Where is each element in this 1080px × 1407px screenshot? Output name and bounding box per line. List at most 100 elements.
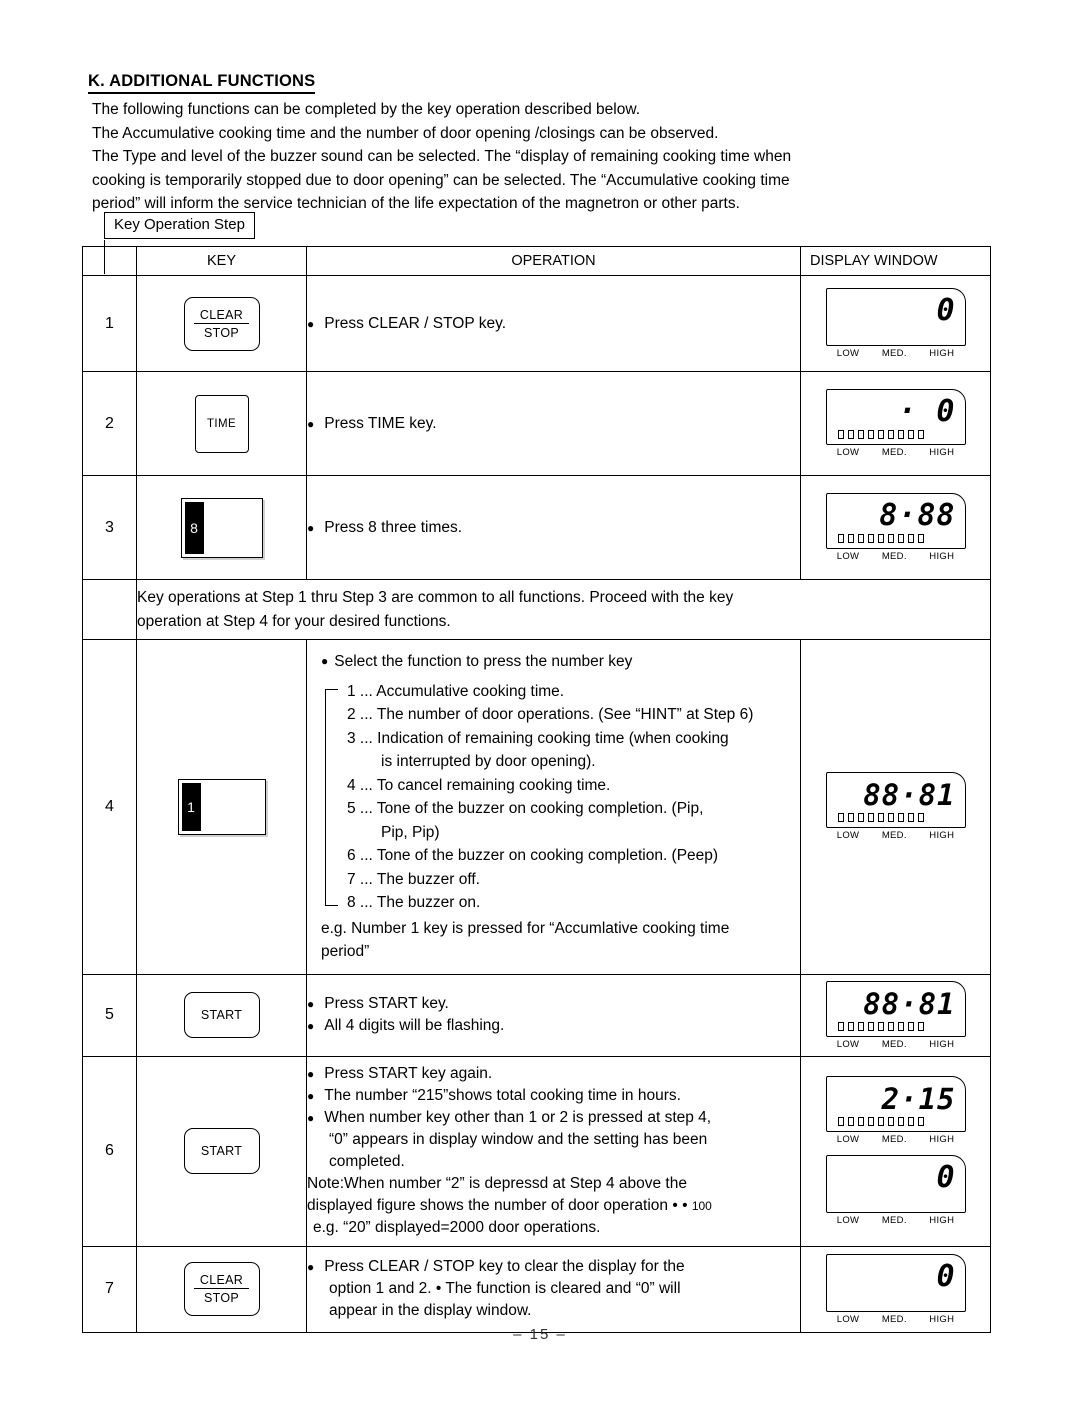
power-level-bars — [836, 534, 956, 543]
bullet-icon: ● — [307, 997, 315, 1011]
level-high: HIGH — [929, 348, 955, 359]
step4-option: 5 ... Tone of the buzzer on cooking comp… — [347, 800, 704, 817]
display-window-cell: 2·15 LOW MED. HIGH 0 LOW MED. HIGH — [800, 1055, 991, 1247]
intro-paragraph-block: The following functions can be completed… — [92, 98, 992, 216]
step4-lead-text: Select the function to press the number … — [334, 653, 633, 670]
level-med: MED. — [881, 830, 907, 842]
time-key-icon[interactable]: TIME — [194, 394, 249, 453]
power-level-bars — [836, 813, 956, 823]
table-row: 4 1 ● Select the function to press the n… — [82, 639, 991, 975]
step4-option: 6 ... Tone of the buzzer on cooking comp… — [347, 847, 719, 864]
level-med: MED. — [881, 447, 907, 458]
step4-option-cont: is interrupted by door opening). — [381, 753, 596, 770]
intro-line-1: The following functions can be completed… — [92, 101, 641, 118]
lcd-display: 0 — [825, 288, 966, 346]
step4-option: 4 ... To cancel remaining cooking time. — [347, 776, 611, 794]
common-note-cell: Key operations at Step 1 thru Step 3 are… — [136, 579, 991, 640]
step6-note-text: displayed figure shows the number of doo… — [307, 1197, 688, 1214]
step-number: 6 — [82, 1055, 137, 1247]
key-label-1: 1 — [181, 782, 201, 831]
operation-text: When number key other than 1 or 2 is pre… — [324, 1109, 712, 1126]
step6-note-suffix: 100 — [691, 1199, 712, 1213]
clear-stop-key-icon[interactable]: CLEAR STOP — [183, 1262, 260, 1316]
power-level-bars — [836, 1021, 956, 1031]
step-number: 4 — [82, 639, 137, 975]
key-label-clear: CLEAR — [193, 1273, 250, 1289]
key-cell: CLEAR STOP — [136, 275, 307, 372]
lcd-display: 0 — [825, 1253, 966, 1312]
start-key-icon[interactable]: START — [183, 1128, 260, 1174]
operation-cell: ● Select the function to press the numbe… — [306, 639, 801, 975]
level-med: MED. — [881, 551, 907, 562]
level-high: HIGH — [929, 1134, 955, 1145]
page-title: K. ADDITIONAL FUNCTIONS — [88, 72, 316, 94]
key-label-start: START — [200, 1008, 243, 1022]
step6-note-line-2: displayed figure shows the number of doo… — [307, 1195, 800, 1217]
level-med: MED. — [881, 1038, 907, 1050]
number-key-1-icon[interactable]: 1 — [177, 778, 266, 835]
lcd-display: 8·88 — [825, 493, 966, 549]
table-header-row: KEY OPERATION DISPLAY WINDOW — [82, 246, 991, 276]
step-number: 1 — [82, 275, 137, 372]
table-row: 3 8 ● Press 8 three times. 8·88 LOW MED.… — [82, 475, 991, 580]
power-level-labels: LOW MED. HIGH — [826, 551, 966, 562]
lcd-display: 88·81 — [825, 772, 966, 829]
bullet-icon: ● — [307, 520, 315, 535]
step7-line-3: appear in the display window. — [329, 1302, 532, 1319]
step4-option: 3 ... Indication of remaining cooking ti… — [347, 729, 729, 747]
lcd-digits: 8·88 — [879, 498, 956, 533]
step4-lead-line: ● Select the function to press the numbe… — [321, 650, 790, 674]
operation-cell: ● Press CLEAR / STOP key to clear the di… — [306, 1245, 801, 1333]
display-window-cell: 88·81 LOW MED. HIGH — [800, 639, 991, 975]
start-key-icon[interactable]: START — [183, 992, 260, 1038]
level-high: HIGH — [929, 1038, 955, 1050]
intro-line-2: The Accumulative cooking time and the nu… — [92, 124, 719, 142]
step-number: 5 — [82, 973, 137, 1057]
step-number: 7 — [82, 1245, 137, 1333]
lcd-digits: 0 — [936, 293, 956, 328]
key-label-start: START — [200, 1144, 243, 1158]
operation-text: Press CLEAR / STOP key. — [324, 314, 507, 332]
page-number: – 15 – — [513, 1326, 567, 1343]
display-window-cell: 0 LOW MED. HIGH — [800, 1245, 991, 1333]
key-operation-table: KEY OPERATION DISPLAY WINDOW 1 CLEAR STO… — [82, 246, 991, 1333]
lcd-display: 88·81 — [825, 980, 966, 1037]
step-number: 3 — [82, 475, 137, 580]
lcd-digits: 0 — [936, 1258, 956, 1294]
operation-cell: ● Press TIME key. — [306, 371, 801, 476]
bullet-icon: ● — [307, 1067, 315, 1081]
level-high: HIGH — [929, 551, 955, 562]
key-cell: START — [136, 973, 307, 1057]
table-row: 6 START ● Press START key again. ● The n… — [82, 1055, 991, 1247]
callout-leader-line — [104, 240, 106, 274]
step6-cont-line-1: “0” appears in display window and the se… — [329, 1131, 708, 1148]
table-row: 2 TIME ● Press TIME key. · 0 LOW MED. HI… — [82, 371, 991, 476]
number-key-8-icon[interactable]: 8 — [180, 497, 263, 558]
clear-stop-key-icon[interactable]: CLEAR STOP — [183, 296, 260, 351]
operation-text: All 4 digits will be flashing. — [324, 1017, 505, 1034]
key-label-time: TIME — [206, 417, 237, 430]
spacer-cell — [82, 579, 137, 640]
common-note-line-1: Key operations at Step 1 thru Step 3 are… — [137, 588, 734, 606]
level-high: HIGH — [929, 830, 955, 842]
step4-option-bracket: 1 ... Accumulative cooking time. 2 ... T… — [321, 680, 790, 915]
level-low: LOW — [836, 830, 860, 842]
level-high: HIGH — [929, 1215, 955, 1226]
power-level-labels: LOW MED. HIGH — [826, 447, 966, 458]
key-cell: CLEAR STOP — [136, 1245, 307, 1333]
operation-cell: ● Press 8 three times. — [306, 475, 801, 580]
bullet-icon: ● — [307, 1019, 315, 1033]
level-low: LOW — [836, 1038, 860, 1050]
lcd-digits: 88·81 — [863, 986, 956, 1021]
step4-example-line-2: period” — [321, 943, 370, 960]
key-operation-step-callout: Key Operation Step — [104, 212, 255, 239]
operation-cell: ● Press START key again. ● The number “2… — [306, 1055, 801, 1247]
power-level-labels: LOW MED. HIGH — [826, 1215, 966, 1226]
table-row: 1 CLEAR STOP ● Press CLEAR / STOP key. 0… — [82, 275, 991, 372]
power-level-labels: LOW MED. HIGH — [826, 1314, 966, 1325]
display-window-cell: · 0 LOW MED. HIGH — [800, 371, 991, 476]
power-level-labels: LOW MED. HIGH — [826, 1039, 966, 1050]
lcd-display-secondary: 0 — [825, 1155, 966, 1213]
power-level-bars — [836, 430, 956, 439]
operation-cell: ● Press CLEAR / STOP key. — [306, 275, 801, 372]
